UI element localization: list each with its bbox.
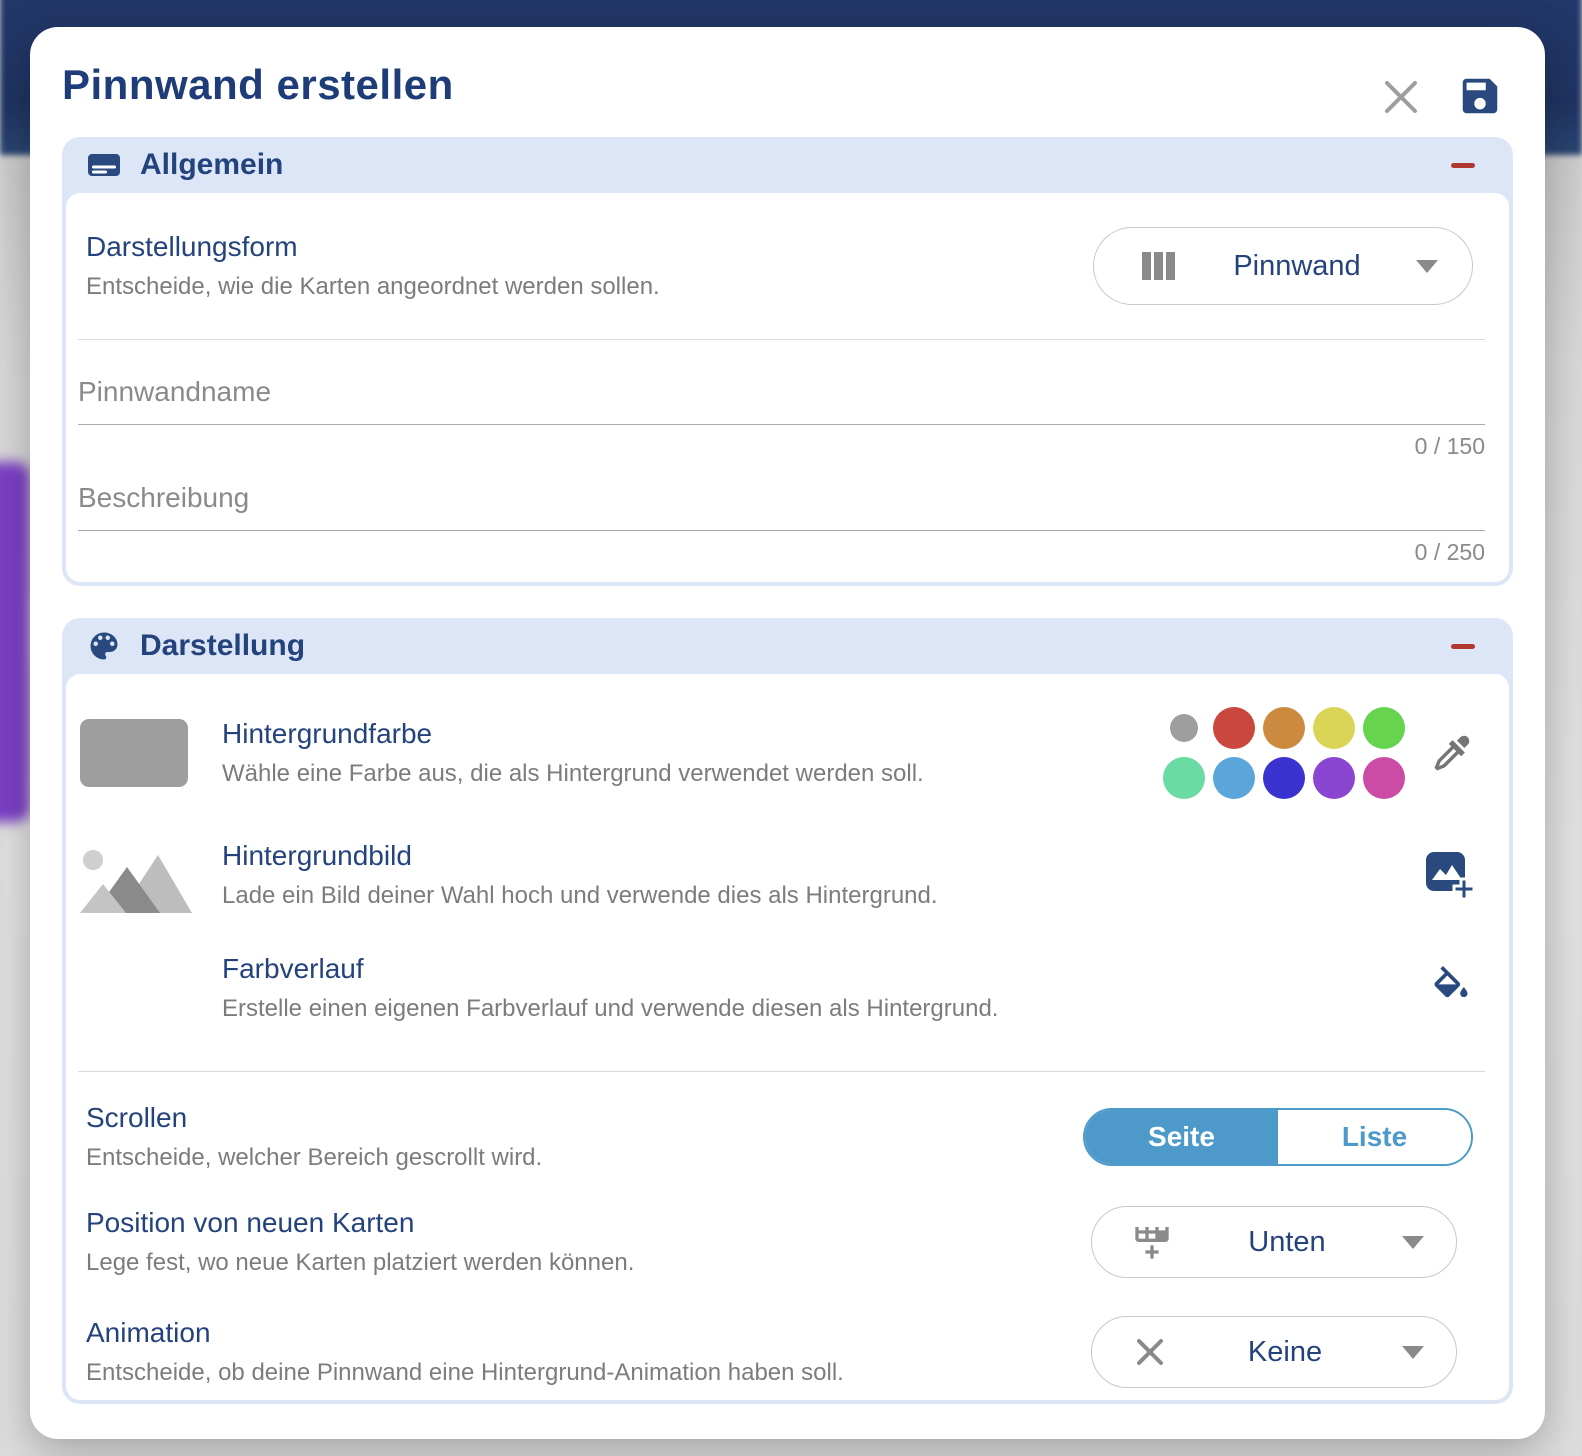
position-row: Position von neuen Karten Lege fest, wo … — [66, 1206, 1509, 1278]
chevron-down-icon — [1401, 1345, 1424, 1359]
animation-text: Animation Entscheide, ob deine Pinnwand … — [86, 1317, 844, 1387]
background-purple-card — [0, 462, 30, 822]
eyedropper-button[interactable] — [1431, 732, 1473, 774]
pinnwandname-counter: 0 / 150 — [1414, 433, 1485, 459]
color-swatch-magenta[interactable] — [1362, 756, 1405, 799]
scroll-mode-toggle: Seite Liste — [1083, 1108, 1473, 1166]
darstellungsform-text: Darstellungsform Entscheide, wie die Kar… — [86, 231, 660, 301]
pinnwandname-field[interactable]: Pinnwandname 0 / 150 — [66, 340, 1509, 460]
position-label: Position von neuen Karten — [86, 1207, 415, 1238]
section-allgemein: Allgemein Darstellungsform Entscheide, w… — [62, 137, 1513, 586]
farbverlauf-label: Farbverlauf — [222, 953, 364, 984]
layout-type-dropdown[interactable]: Pinnwand — [1093, 227, 1473, 305]
animation-row: Animation Entscheide, ob deine Pinnwand … — [66, 1316, 1509, 1388]
hintergrundfarbe-description: Wähle eine Farbe aus, die als Hintergrun… — [222, 759, 924, 787]
save-button[interactable] — [1457, 73, 1503, 119]
animation-dropdown[interactable]: Keine — [1091, 1316, 1457, 1388]
card-position-dropdown[interactable]: Unten — [1091, 1206, 1457, 1278]
collapse-allgemein-button[interactable] — [1449, 157, 1477, 174]
hintergrundfarbe-label: Hintergrundfarbe — [222, 717, 433, 749]
animation-description: Entscheide, ob deine Pinnwand eine Hinte… — [86, 1359, 844, 1386]
hintergrundbild-description: Lade ein Bild deiner Wahl hoch und verwe… — [222, 882, 938, 909]
beschreibung-underline — [78, 530, 1485, 531]
gradient-button[interactable] — [1429, 966, 1473, 1010]
position-description: Lege fest, wo neue Karten platziert werd… — [86, 1249, 635, 1276]
hintergrundfarbe-text: Hintergrundfarbe Wähle eine Farbe aus, d… — [222, 718, 1160, 788]
animation-label: Animation — [86, 1317, 211, 1348]
hintergrundbild-label: Hintergrundbild — [222, 840, 412, 871]
color-preview-swatch — [80, 718, 190, 787]
divider — [78, 1071, 1485, 1072]
section-allgemein-card: Darstellungsform Entscheide, wie die Kar… — [66, 193, 1509, 582]
toggle-option-liste[interactable]: Liste — [1278, 1110, 1471, 1164]
beschreibung-field[interactable]: Beschreibung 0 / 250 — [66, 460, 1509, 582]
farbverlauf-description: Erstelle einen eigenen Farbverlauf und v… — [222, 995, 999, 1022]
image-add-icon — [1425, 852, 1476, 902]
dialog-title: Pinnwand erstellen — [62, 61, 454, 108]
darstellungsform-row: Darstellungsform Entscheide, wie die Kar… — [66, 193, 1509, 339]
mountains-image-icon — [80, 837, 192, 913]
card-position-value: Unten — [1248, 1225, 1326, 1258]
scrollen-description: Entscheide, welcher Bereich gescrollt wi… — [86, 1144, 543, 1171]
pinnwandname-underline — [78, 424, 1485, 425]
close-icon — [1379, 81, 1423, 122]
section-darstellung-title: Darstellung — [140, 629, 306, 662]
hintergrundbild-row: Hintergrundbild Lade ein Bild deiner Wah… — [66, 837, 1509, 913]
section-darstellung-card: Hintergrundfarbe Wähle eine Farbe aus, d… — [66, 674, 1509, 1400]
color-swatch-red[interactable] — [1212, 706, 1255, 749]
save-floppy-icon — [1457, 78, 1503, 122]
animation-value: Keine — [1247, 1335, 1323, 1368]
paint-bucket-icon — [1429, 966, 1473, 1013]
darstellungsform-label: Darstellungsform — [86, 231, 298, 262]
minus-icon — [1451, 162, 1475, 168]
upload-image-button[interactable] — [1425, 851, 1476, 902]
add-row-below-icon — [1132, 1222, 1172, 1262]
color-swatch-green[interactable] — [1362, 706, 1405, 749]
color-swatch-lightblue[interactable] — [1212, 756, 1255, 799]
section-darstellung-header[interactable]: Darstellung — [62, 618, 1513, 674]
scrollen-label: Scrollen — [86, 1102, 188, 1133]
eyedropper-icon — [1431, 735, 1473, 777]
layout-type-value: Pinnwand — [1233, 249, 1361, 282]
none-x-icon — [1132, 1334, 1168, 1370]
section-darstellung: Darstellung Hintergrundfarbe Wähle eine … — [62, 618, 1513, 1404]
farbverlauf-row: Farbverlauf Erstelle einen eigenen Farbv… — [66, 953, 1509, 1023]
scrollen-text: Scrollen Entscheide, welcher Bereich ges… — [86, 1102, 542, 1172]
close-button[interactable] — [1379, 75, 1423, 119]
create-pinboard-dialog: Pinnwand erstellen Allgemein Darstellung… — [30, 27, 1545, 1439]
color-swatch-gray[interactable] — [1169, 713, 1198, 742]
dialog-header: Pinnwand erstellen — [30, 27, 1545, 137]
color-swatch-purple[interactable] — [1312, 756, 1355, 799]
section-allgemein-header[interactable]: Allgemein — [62, 137, 1513, 193]
section-allgemein-title: Allgemein — [140, 148, 284, 181]
chevron-down-icon — [1401, 1235, 1424, 1249]
card-icon — [86, 147, 122, 183]
collapse-darstellung-button[interactable] — [1449, 638, 1477, 655]
color-swatch-orange[interactable] — [1262, 706, 1305, 749]
hintergrundbild-text: Hintergrundbild Lade ein Bild deiner Wah… — [222, 840, 1401, 910]
color-swatch-yellow[interactable] — [1312, 706, 1355, 749]
minus-icon — [1451, 643, 1475, 649]
beschreibung-label: Beschreibung — [78, 482, 250, 513]
chevron-down-icon — [1416, 259, 1438, 273]
pinnwandname-label: Pinnwandname — [78, 376, 272, 407]
farbverlauf-text: Farbverlauf Erstelle einen eigenen Farbv… — [222, 953, 1405, 1023]
scrollen-row: Scrollen Entscheide, welcher Bereich ges… — [66, 1102, 1509, 1172]
beschreibung-counter: 0 / 250 — [1414, 539, 1485, 565]
columns-icon — [1140, 249, 1178, 283]
position-text: Position von neuen Karten Lege fest, wo … — [86, 1207, 634, 1277]
darstellungsform-description: Entscheide, wie die Karten angeordnet we… — [86, 273, 660, 300]
toggle-option-seite[interactable]: Seite — [1085, 1110, 1278, 1164]
hintergrundfarbe-row: Hintergrundfarbe Wähle eine Farbe aus, d… — [66, 674, 1509, 801]
color-swatch-mint[interactable] — [1162, 756, 1205, 799]
color-swatch-indigo[interactable] — [1262, 756, 1305, 799]
palette-icon — [86, 628, 122, 664]
color-swatch-grid — [1160, 704, 1407, 801]
